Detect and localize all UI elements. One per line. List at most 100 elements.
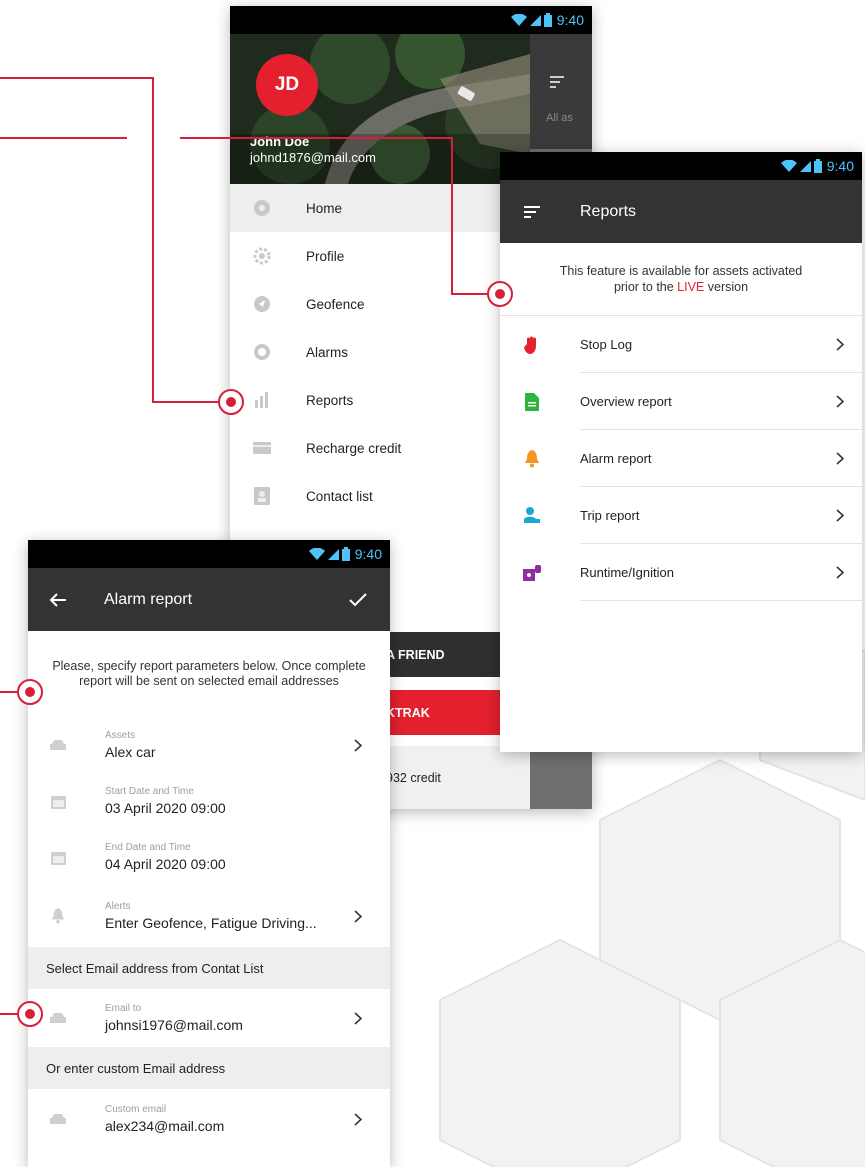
report-item-label: Runtime/Ignition <box>580 565 674 580</box>
avatar[interactable]: JD <box>256 54 318 116</box>
wifi-icon <box>780 160 797 172</box>
drawer-item-label: Recharge credit <box>306 440 402 456</box>
user-email: johnd1876@mail.com <box>250 150 376 165</box>
document-icon <box>522 392 542 412</box>
field-value: alex234@mail.com <box>105 1118 225 1134</box>
signal-icon <box>529 14 541 26</box>
drawer-nav-list: Home Profile Geofence Alarms Reports Rec… <box>230 184 530 520</box>
alarm-intro-text: Please, specify report parameters below.… <box>52 659 366 688</box>
chevron-right-icon <box>354 738 390 752</box>
section-header-custom: Or enter custom Email address <box>28 1047 390 1089</box>
bar-chart-icon <box>252 390 272 410</box>
alerts-field[interactable]: Alerts Enter Geofence, Fatigue Driving... <box>28 885 390 947</box>
gear-icon <box>252 246 272 266</box>
status-bar: 9:40 <box>500 152 862 180</box>
custom-email-field[interactable]: Custom email alex234@mail.com <box>28 1089 390 1149</box>
report-item-label: Alarm report <box>580 451 652 466</box>
drawer-item-contacts[interactable]: Contact list <box>230 472 530 520</box>
field-value: 03 April 2020 09:00 <box>105 800 226 816</box>
notice-prefix: prior to the <box>613 280 678 294</box>
field-label: Assets <box>105 730 136 741</box>
signal-icon <box>327 548 339 560</box>
ignition-icon <box>522 563 542 583</box>
end-date-field[interactable]: End Date and Time 04 April 2020 09:00 <box>28 829 390 885</box>
phone-alarm-report-screen: 9:40 Alarm report Please, specify report… <box>28 540 390 1167</box>
report-item-trip[interactable]: Trip report <box>500 487 862 544</box>
report-item-label: Overview report <box>580 394 672 409</box>
alarm-icon <box>252 342 272 362</box>
underlay-text: All as <box>546 112 573 124</box>
start-date-field[interactable]: Start Date and Time 03 April 2020 09:00 <box>28 773 390 829</box>
battery-icon <box>543 13 552 27</box>
field-value: 04 April 2020 09:00 <box>105 856 226 872</box>
chevron-right-icon <box>836 566 862 579</box>
card-icon <box>252 438 272 458</box>
drawer-item-alarms[interactable]: Alarms <box>230 328 530 376</box>
drawer-item-reports[interactable]: Reports <box>230 376 530 424</box>
calendar-icon <box>48 847 68 867</box>
chevron-right-icon <box>836 452 862 465</box>
field-value: Alex car <box>105 744 156 760</box>
chevron-right-icon <box>836 338 862 351</box>
battery-icon <box>341 547 350 561</box>
menu-icon[interactable] <box>522 202 542 222</box>
geofence-icon <box>252 294 272 314</box>
bell-icon <box>522 449 542 469</box>
underlay-toolbar: All as <box>530 34 592 149</box>
report-item-overview[interactable]: Overview report <box>500 373 862 430</box>
wifi-icon <box>308 548 325 560</box>
drawer-item-recharge[interactable]: Recharge credit <box>230 424 530 472</box>
report-item-runtime[interactable]: Runtime/Ignition <box>500 544 862 601</box>
report-item-label: Stop Log <box>580 337 633 352</box>
field-label: Custom email <box>105 1104 167 1115</box>
car-icon <box>48 735 68 755</box>
phone-reports-screen: 9:40 Reports This feature is available f… <box>500 152 862 752</box>
notice-line1: This feature is available for assets act… <box>559 264 803 278</box>
drawer-item-label: Reports <box>306 392 354 408</box>
drawer-header: JD John Doe johnd1876@mail.com <box>230 34 530 184</box>
back-arrow-icon[interactable] <box>48 590 68 610</box>
divider <box>580 600 862 601</box>
report-item-stop-log[interactable]: Stop Log <box>500 316 862 373</box>
page-title: Reports <box>580 202 637 220</box>
contacts-icon <box>252 486 272 506</box>
drawer-item-home[interactable]: Home <box>230 184 530 232</box>
report-item-alarm[interactable]: Alarm report <box>500 430 862 487</box>
report-item-label: Trip report <box>580 508 640 523</box>
reports-notice: This feature is available for assets act… <box>500 243 862 316</box>
status-time: 9:40 <box>354 546 382 562</box>
page-title: Alarm report <box>104 590 193 608</box>
alarm-toolbar: Alarm report <box>28 568 390 631</box>
wifi-icon <box>510 14 527 26</box>
assets-field[interactable]: Assets Alex car <box>28 717 390 773</box>
field-value: Enter Geofence, Fatigue Driving... <box>105 915 317 931</box>
trip-person-icon <box>522 506 542 526</box>
drawer-item-label: Alarms <box>306 344 349 360</box>
chevron-right-icon <box>354 909 390 923</box>
car-icon <box>48 1008 68 1028</box>
reports-toolbar: Reports <box>500 180 862 243</box>
bell-icon <box>48 906 68 926</box>
status-time: 9:40 <box>826 158 854 174</box>
chevron-right-icon <box>836 395 862 408</box>
notice-line2: prior to the LIVE version <box>614 279 748 295</box>
field-label: Start Date and Time <box>105 786 194 797</box>
calendar-icon <box>48 791 68 811</box>
field-label: Alerts <box>105 901 131 912</box>
drawer-item-label: Geofence <box>306 296 365 312</box>
stop-hand-icon <box>522 335 542 355</box>
drawer-item-profile[interactable]: Profile <box>230 232 530 280</box>
drawer-item-geofence[interactable]: Geofence <box>230 280 530 328</box>
status-time: 9:40 <box>556 12 584 28</box>
check-icon[interactable] <box>348 590 368 610</box>
drawer-item-label: Contact list <box>306 488 373 504</box>
signal-icon <box>799 160 811 172</box>
chevron-right-icon <box>354 1112 390 1126</box>
home-icon <box>252 198 272 218</box>
drawer-item-label: Home <box>306 200 343 216</box>
status-bar: 9:40 <box>230 6 592 34</box>
battery-icon <box>813 159 822 173</box>
email-to-field[interactable]: Email to johnsi1976@mail.com <box>28 989 390 1047</box>
chevron-right-icon <box>354 1011 390 1025</box>
car-icon <box>48 1109 68 1129</box>
